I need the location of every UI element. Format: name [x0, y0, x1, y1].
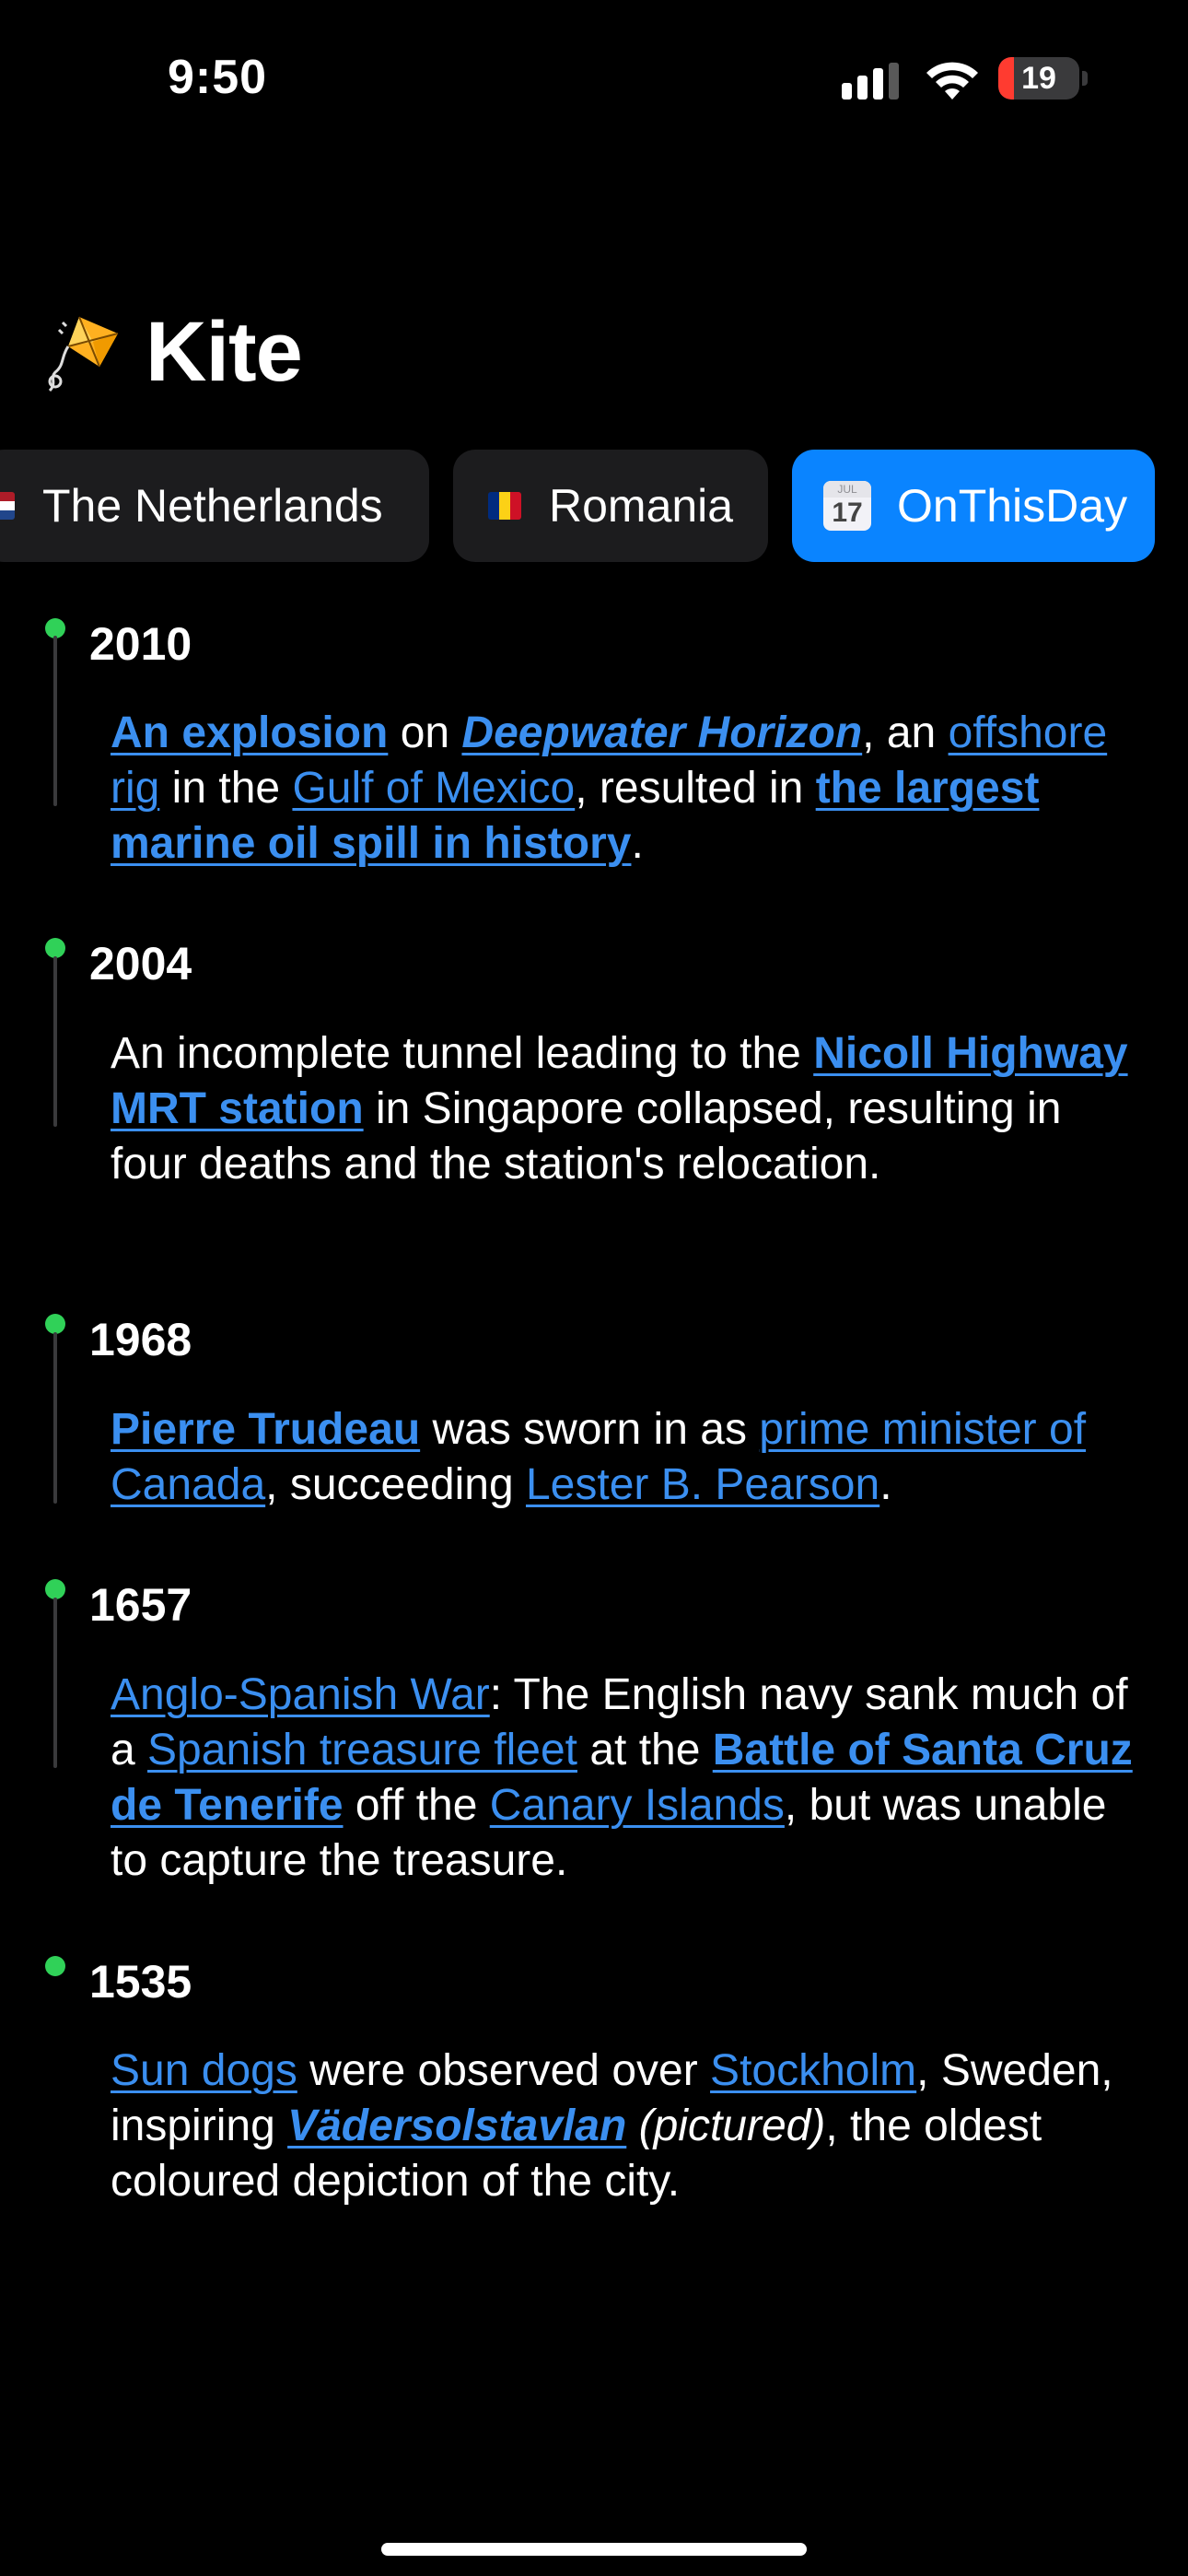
event-text: at the [577, 1726, 713, 1774]
event-text: (pictured) [638, 2102, 826, 2150]
event-link[interactable]: Lester B. Pearson [526, 1460, 879, 1509]
event-link[interactable]: An explosion [111, 708, 388, 757]
tab-romania[interactable]: Romania [453, 450, 768, 562]
status-time: 9:50 [168, 51, 268, 104]
event-link[interactable]: Pierre Trudeau [111, 1405, 420, 1454]
home-indicator[interactable] [381, 2543, 807, 2556]
event-text: were observed over [297, 2046, 711, 2095]
app-header: Kite [44, 297, 303, 407]
event-text: was sworn in as [420, 1405, 760, 1454]
event-text: . [879, 1460, 892, 1509]
event-year: 1535 [89, 1956, 192, 2008]
battery-percent: 19 [1021, 61, 1056, 96]
tab-label: Romania [549, 480, 734, 532]
romania-flag-icon [488, 492, 521, 520]
event-link[interactable]: Canary Islands [490, 1781, 785, 1830]
event-link[interactable]: Spanish treasure fleet [147, 1726, 577, 1774]
calendar-icon: JUL 17 [823, 481, 871, 531]
event-description: Anglo-Spanish War: The English navy sank… [111, 1668, 1133, 1889]
event-link[interactable]: Vädersolstavlan [287, 2102, 626, 2150]
event-text: off the [343, 1781, 490, 1830]
event-link[interactable]: Stockholm [710, 2046, 916, 2095]
status-bar: 9:50 19 [0, 0, 1188, 157]
event-text [626, 2102, 638, 2150]
country-tabs: The Netherlands Romania JUL 17 OnThisDay [0, 450, 1188, 562]
timeline-dot [45, 1579, 65, 1599]
netherlands-flag-icon [0, 492, 15, 520]
wifi-icon [926, 62, 978, 100]
app-title: Kite [146, 304, 303, 399]
event-text: in the [159, 764, 293, 813]
timeline-line [53, 1332, 57, 1504]
cellular-signal-icon [842, 63, 901, 100]
event-year: 2004 [89, 938, 192, 989]
tab-onthisday[interactable]: JUL 17 OnThisDay [792, 450, 1155, 562]
timeline-dot [45, 938, 65, 958]
event-link[interactable]: Sun dogs [111, 2046, 297, 2095]
event-text: on [388, 708, 462, 757]
event-description: An explosion on Deepwater Horizon, an of… [111, 706, 1133, 872]
event-text: , resulted in [575, 764, 816, 813]
event-link[interactable]: Gulf of Mexico [292, 764, 575, 813]
timeline-line [53, 1598, 57, 1768]
event-link[interactable]: Deepwater Horizon [461, 708, 862, 757]
event-text: An incomplete tunnel leading to the [111, 1029, 814, 1078]
event-year: 1968 [89, 1314, 192, 1365]
event-link[interactable]: Anglo-Spanish War [111, 1670, 490, 1719]
tab-label: OnThisDay [897, 480, 1128, 532]
timeline-line [53, 636, 57, 806]
tab-the-netherlands[interactable]: The Netherlands [0, 450, 429, 562]
timeline-line [53, 956, 57, 1127]
battery-cap [1082, 71, 1088, 86]
event-year: 1657 [89, 1579, 192, 1631]
tab-label: The Netherlands [42, 480, 383, 532]
kite-icon [48, 316, 119, 392]
timeline-dot [45, 1956, 65, 1976]
event-description: Sun dogs were observed over Stockholm, S… [111, 2043, 1133, 2209]
event-text: . [631, 819, 644, 868]
timeline-dot [45, 1314, 65, 1334]
event-description: Pierre Trudeau was sworn in as prime min… [111, 1402, 1133, 1513]
event-text: , an [862, 708, 949, 757]
event-description: An incomplete tunnel leading to the Nico… [111, 1026, 1133, 1192]
event-year: 2010 [89, 618, 192, 670]
event-text: , succeeding [265, 1460, 526, 1509]
battery-icon: 19 [998, 57, 1079, 100]
